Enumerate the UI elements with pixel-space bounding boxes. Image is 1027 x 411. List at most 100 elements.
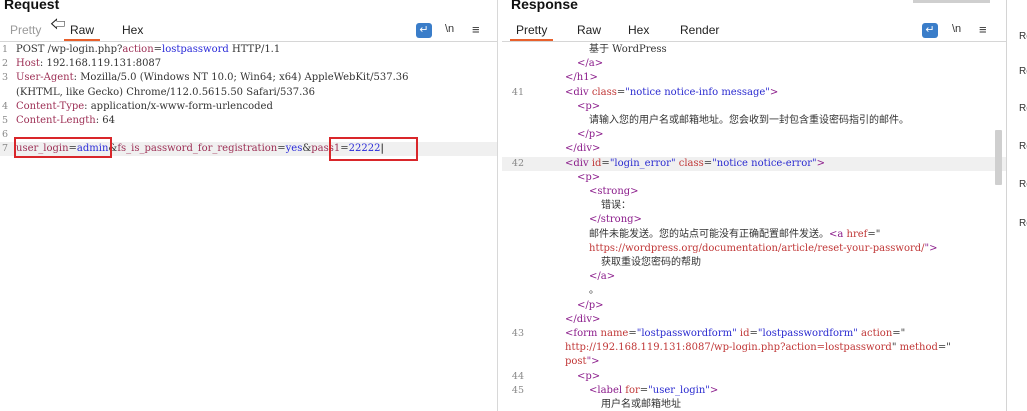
line-code: </div> — [565, 142, 600, 156]
line-code: 用户名或邮箱地址 — [601, 398, 681, 411]
side-item-1[interactable]: Re — [1019, 66, 1027, 77]
code-token: =" — [937, 342, 951, 354]
response-line[interactable]: 错误： — [502, 199, 1006, 213]
response-editor[interactable]: 基于 WordPress </a> </h1> 41 <div class="notic… — [502, 42, 1006, 411]
response-line[interactable]: 获取重设您密码的帮助 — [502, 256, 1006, 270]
response-line[interactable]: 邮件未能发送。您的站点可能没有正确配置邮件发送。<a href=" — [502, 228, 1006, 242]
response-line[interactable]: </a> — [502, 57, 1006, 71]
response-line[interactable]: https://wordpress.org/documentation/arti… — [502, 242, 1006, 256]
request-tab-raw[interactable]: Raw — [63, 22, 101, 41]
side-item-3[interactable]: Re — [1019, 141, 1027, 152]
code-token: "lostpasswordform" — [757, 328, 858, 339]
line-code: <div id="login_error" class="notice noti… — [565, 157, 825, 171]
request-menu-icon[interactable]: ≡ — [472, 22, 480, 37]
line-code: http://192.168.119.131:8087/wp-login.php… — [565, 341, 951, 355]
line-code: <label for="user_login"> — [589, 384, 718, 398]
code-token: <p> — [577, 370, 601, 382]
code-token: > — [709, 384, 719, 396]
line-code: Content-Type: application/x-www-form-url… — [16, 100, 273, 114]
code-token: <a — [829, 228, 847, 240]
response-tab-hex[interactable]: Hex — [628, 22, 649, 41]
line-code: 基于 WordPress — [589, 43, 667, 57]
response-line[interactable]: 45 <label for="user_login"> — [502, 384, 1006, 398]
request-line[interactable]: 5 Content-Length: 64 — [0, 114, 497, 128]
code-token: HTTP/1.1 — [228, 44, 281, 55]
response-line[interactable]: 43 <form name="lostpasswordform" id="lost… — [502, 327, 1006, 341]
request-line[interactable]: 2 Host: 192.168.119.131:8087 — [0, 57, 497, 71]
response-line[interactable]: </p> — [502, 128, 1006, 142]
code-token: (KHTML, like Gecko) Chrome/112.0.5615.50… — [16, 86, 316, 98]
response-line[interactable]: </p> — [502, 299, 1006, 313]
side-panel: Re Re Re Re Re Re — [1006, 0, 1027, 411]
code-token: > — [816, 157, 825, 169]
code-token: <form — [565, 328, 601, 339]
side-item-2[interactable]: Re — [1019, 103, 1027, 114]
code-token: 。 — [589, 285, 599, 297]
code-token: <div — [565, 157, 592, 169]
response-title: Response — [511, 0, 578, 12]
line-code: User-Agent: Mozilla/5.0 (Windows NT 10.0… — [16, 71, 409, 85]
code-token: 获取重设您密码的帮助 — [601, 257, 701, 268]
response-line[interactable]: 44 <p> — [502, 370, 1006, 384]
request-tab-pretty[interactable]: Pretty — [10, 22, 41, 41]
response-menu-icon[interactable]: ≡ — [979, 22, 987, 37]
response-line[interactable]: </h1> — [502, 71, 1006, 85]
code-token: <strong> — [589, 186, 639, 197]
response-newline-toggle[interactable]: \n — [952, 23, 961, 35]
code-token: 错误： — [601, 200, 631, 212]
side-item-4[interactable]: Re — [1019, 179, 1027, 190]
response-scrollbar[interactable] — [995, 130, 1002, 185]
response-line[interactable]: </a> — [502, 270, 1006, 284]
line-code: <strong> — [589, 185, 639, 199]
wrap-lines-icon[interactable]: ↵ — [416, 23, 432, 38]
response-line[interactable]: 42 <div id="login_error" class="notice no… — [502, 156, 1006, 171]
line-number: 3 — [2, 72, 9, 84]
code-token: : Mozilla/5.0 (Windows NT 10.0; Win64; x… — [73, 72, 409, 84]
response-line[interactable]: <strong> — [502, 185, 1006, 199]
newline-toggle[interactable]: \n — [445, 23, 454, 35]
response-pane: Response Pretty Raw Hex Render ↵ \n ≡ 基于… — [502, 0, 1006, 411]
request-editor[interactable]: 1 POST /wp-login.php?action=lostpassword … — [0, 42, 497, 411]
request-line[interactable]: 1 POST /wp-login.php?action=lostpassword … — [0, 43, 497, 57]
code-token: " — [891, 342, 900, 354]
line-code: 邮件未能发送。您的站点可能没有正确配置邮件发送。<a href=" — [589, 228, 880, 242]
response-line[interactable]: 41 <div class="notice notice-info message… — [502, 86, 1006, 100]
response-line[interactable]: 请输入您的用户名或邮箱地址。您会收到一封包含重设密码指引的邮件。 — [502, 114, 1006, 128]
response-wrap-lines-icon[interactable]: ↵ — [922, 23, 938, 38]
code-token: Content-Length — [16, 115, 96, 126]
request-title: Request — [4, 0, 60, 12]
code-token: </a> — [589, 271, 616, 283]
response-line[interactable]: </div> — [502, 142, 1006, 156]
request-tabbar: Pretty Raw Hex ↵ \n ≡ — [0, 21, 497, 41]
response-line[interactable]: <p> — [502, 100, 1006, 114]
response-line[interactable]: 用户名或邮箱地址 — [502, 398, 1006, 411]
line-code: <p> — [577, 100, 600, 114]
side-item-0[interactable]: Re — [1019, 31, 1027, 42]
response-line[interactable]: 基于 WordPress — [502, 43, 1006, 57]
line-code: <div class="notice notice-info message"> — [565, 86, 778, 100]
side-item-5[interactable]: Re — [1019, 218, 1027, 229]
response-line[interactable]: http://192.168.119.131:8087/wp-login.php… — [502, 341, 1006, 355]
line-number: 44 — [511, 370, 524, 382]
response-line[interactable]: </div> — [502, 313, 1006, 327]
line-code: </div> — [565, 313, 600, 327]
response-tab-pretty[interactable]: Pretty — [509, 22, 554, 41]
response-tab-render[interactable]: Render — [680, 22, 719, 41]
response-line[interactable]: 。 — [502, 284, 1006, 298]
response-line[interactable]: <p> — [502, 171, 1006, 185]
response-line[interactable]: post"> — [502, 355, 1006, 369]
request-line[interactable]: (KHTML, like Gecko) Chrome/112.0.5615.50… — [0, 86, 497, 100]
code-token: "user_login" — [648, 384, 710, 396]
response-tab-raw[interactable]: Raw — [577, 22, 601, 41]
code-token: "notice notice-error" — [712, 157, 817, 169]
pane-divider[interactable] — [497, 0, 498, 411]
request-line[interactable]: 3 User-Agent: Mozilla/5.0 (Windows NT 10.… — [0, 71, 497, 85]
line-code: <p> — [577, 370, 600, 384]
response-top-bar — [913, 0, 990, 3]
request-line[interactable]: 4 Content-Type: application/x-www-form-ur… — [0, 100, 497, 114]
code-token: href — [846, 228, 868, 240]
response-line[interactable]: </strong> — [502, 213, 1006, 227]
code-token: method — [899, 342, 938, 354]
code-token: Content-Type — [16, 100, 85, 112]
request-tab-hex[interactable]: Hex — [122, 22, 143, 41]
